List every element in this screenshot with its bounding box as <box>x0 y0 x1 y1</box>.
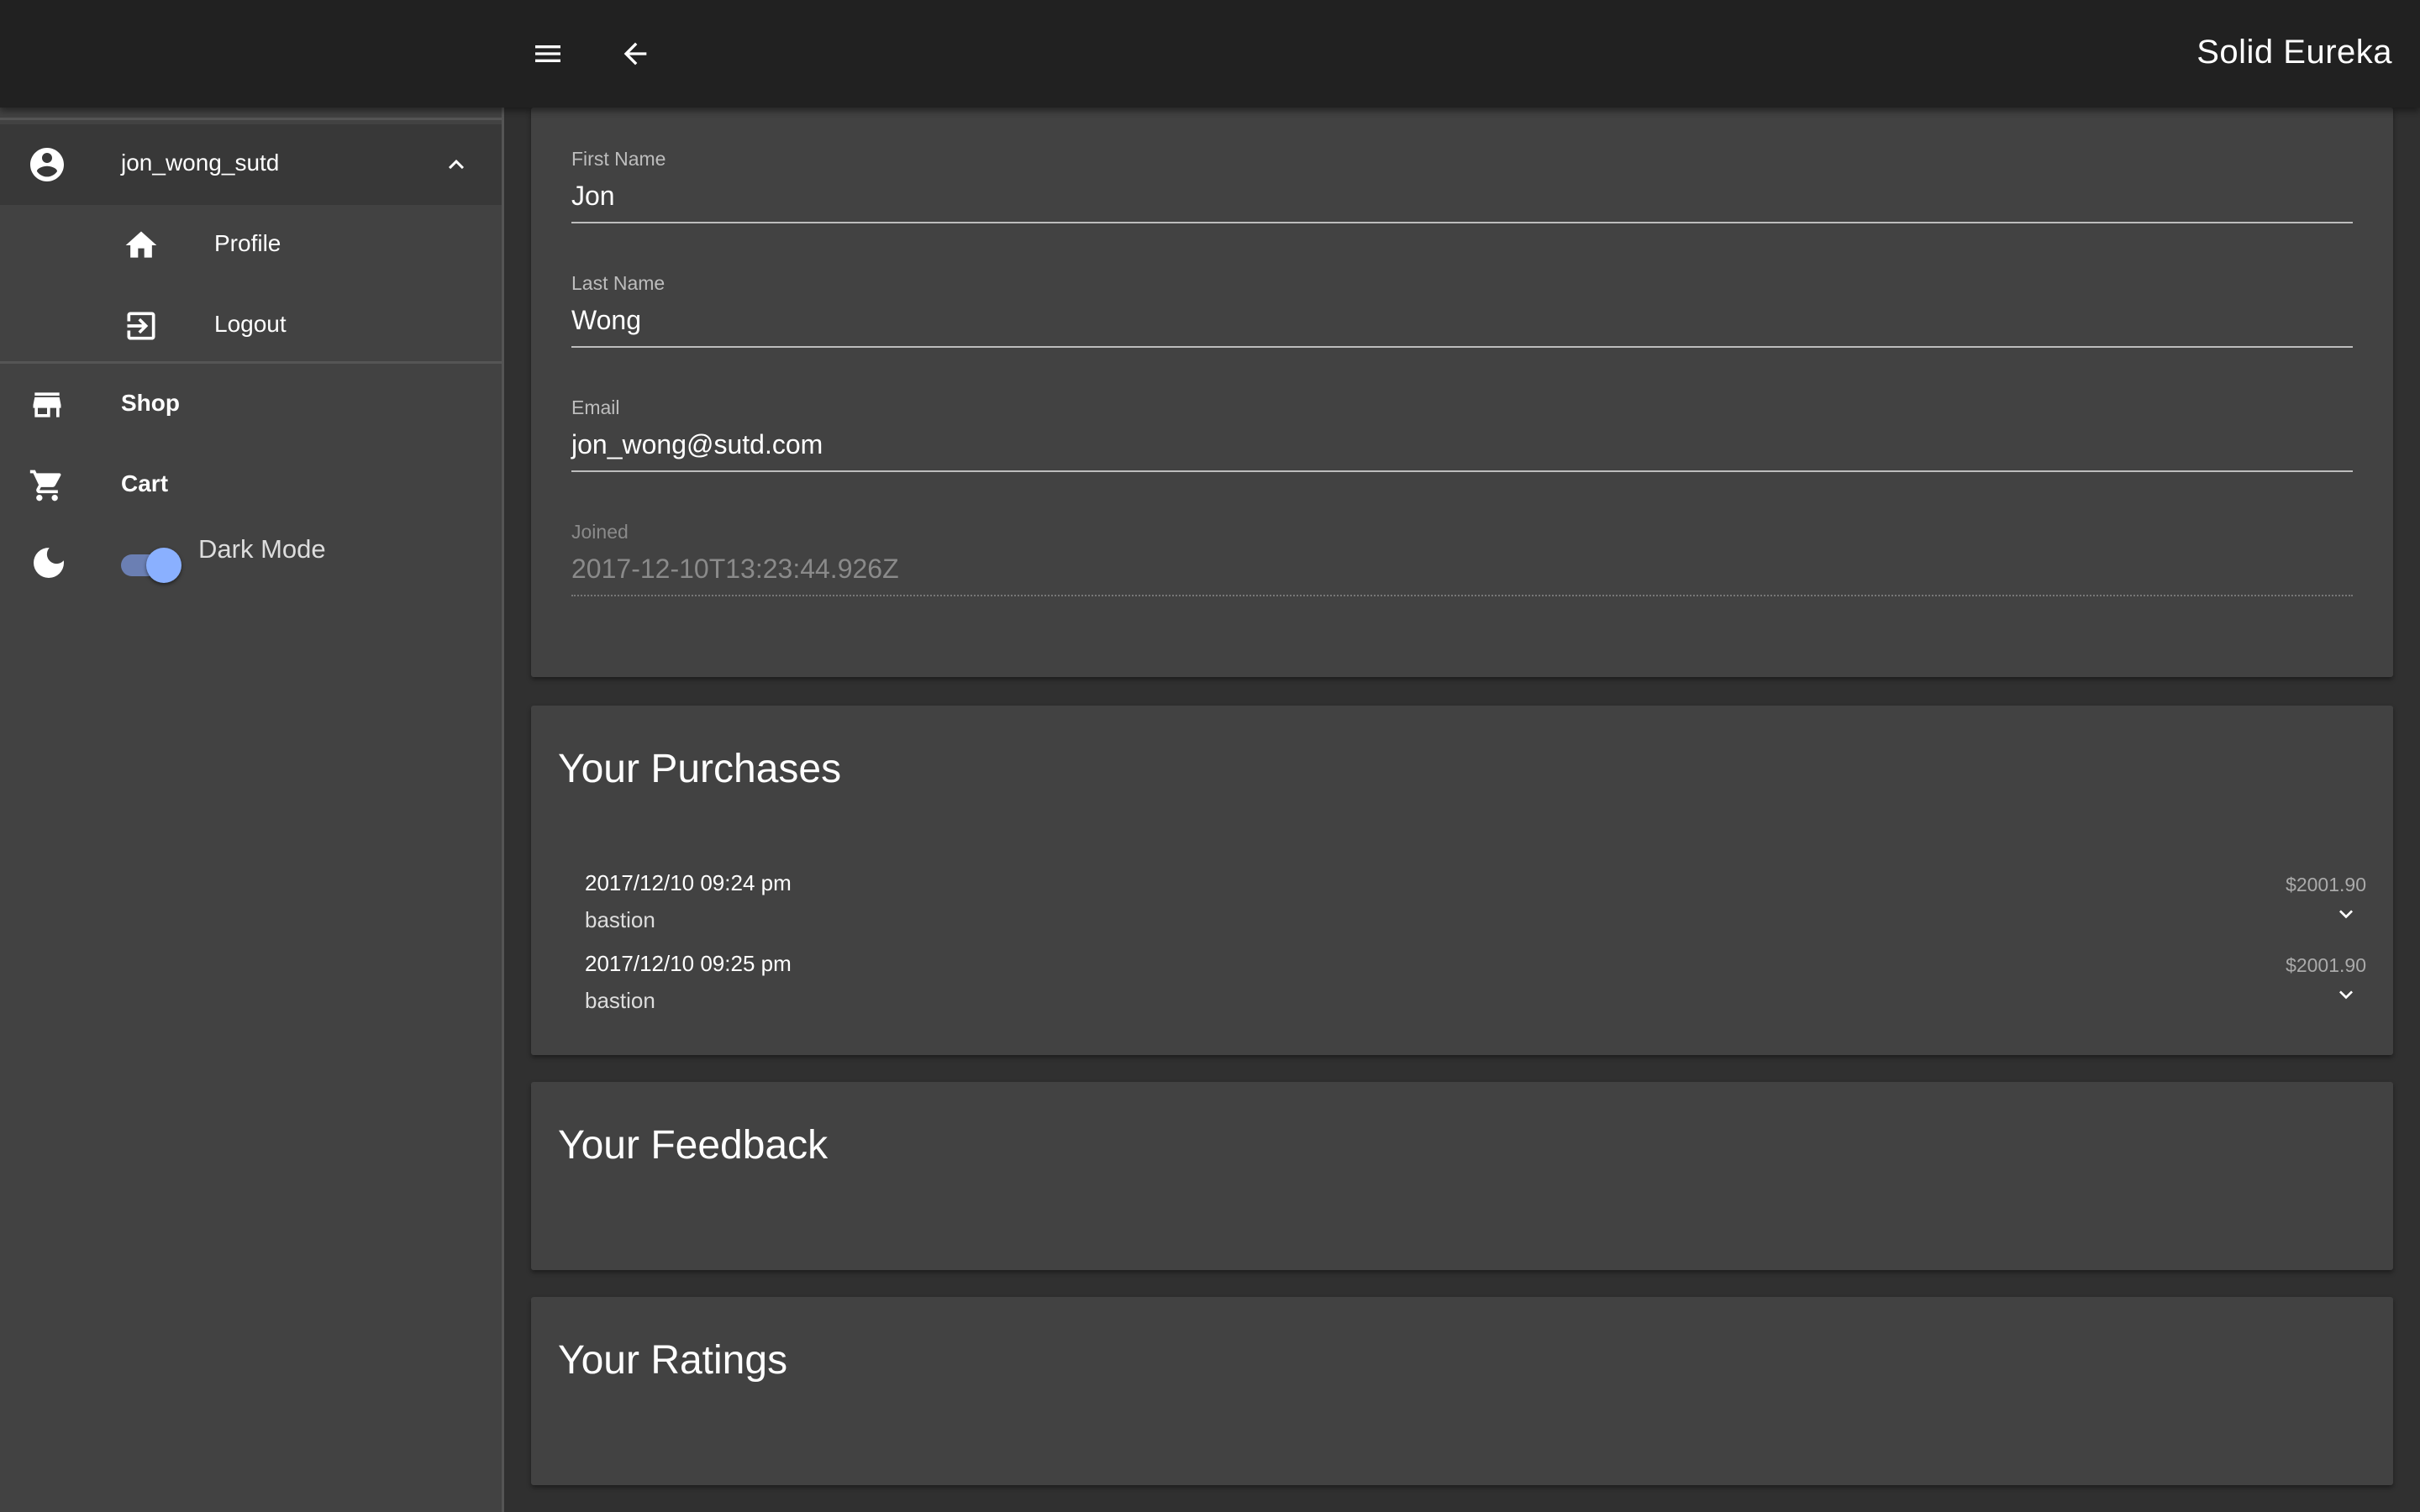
drawer-item-profile[interactable]: Profile <box>0 205 502 286</box>
dark-mode-toggle[interactable] <box>121 544 182 585</box>
app-bar: Solid Eureka <box>0 0 2420 108</box>
joined-field: Joined 2017-12-10T13:23:44.926Z <box>571 521 2353 596</box>
ratings-title: Your Ratings <box>558 1338 788 1383</box>
feedback-title: Your Feedback <box>558 1123 829 1168</box>
home-icon <box>118 222 165 269</box>
account-circle-icon <box>24 141 71 188</box>
chevron-up-icon[interactable] <box>433 141 480 188</box>
drawer-divider <box>0 361 502 364</box>
chevron-down-icon[interactable] <box>2331 899 2361 929</box>
menu-icon[interactable] <box>523 29 573 79</box>
feedback-card: Your Feedback <box>531 1082 2393 1270</box>
navigation-drawer: jon_wong_sutd Profile Logout Shop Cart D… <box>0 108 504 1512</box>
drawer-divider <box>0 118 502 120</box>
purchases-card: Your Purchases 2017/12/10 09:24 pm basti… <box>531 706 2393 1055</box>
purchase-date: 2017/12/10 09:25 pm <box>585 951 792 976</box>
drawer-item-logout[interactable]: Logout <box>0 286 502 366</box>
field-label: Email <box>571 396 620 418</box>
field-label: Last Name <box>571 272 666 294</box>
drawer-item-cart[interactable]: Cart <box>0 445 502 526</box>
dark-mode-label: Dark Mode <box>198 534 326 564</box>
user-name-label: jon_wong_sutd <box>121 150 280 176</box>
cart-icon <box>24 462 71 509</box>
user-account-row[interactable]: jon_wong_sutd <box>0 124 502 205</box>
purchase-item: bastion <box>585 907 655 932</box>
purchase-item: bastion <box>585 988 655 1013</box>
moon-icon <box>25 539 72 586</box>
email-field[interactable]: Email jon_wong@sutd.com <box>571 396 2353 472</box>
store-icon <box>24 381 71 428</box>
joined-value: 2017-12-10T13:23:44.926Z <box>571 554 2353 596</box>
first-name-field[interactable]: First Name Jon <box>571 148 2353 223</box>
email-input[interactable]: jon_wong@sutd.com <box>571 429 2353 472</box>
last-name-input[interactable]: Wong <box>571 305 2353 348</box>
list-item[interactable]: 2017/12/10 09:24 pm bastion $2001.90 <box>585 870 2366 951</box>
profile-card: First Name Jon Last Name Wong Email jon_… <box>531 108 2393 677</box>
logout-label: Logout <box>214 311 287 337</box>
purchase-price: $2001.90 <box>2286 874 2366 895</box>
drawer-item-shop[interactable]: Shop <box>0 365 502 445</box>
chevron-down-icon[interactable] <box>2331 979 2361 1010</box>
exit-to-app-icon <box>118 302 165 349</box>
field-label: First Name <box>571 148 666 170</box>
ratings-card: Your Ratings <box>531 1297 2393 1485</box>
purchase-date: 2017/12/10 09:24 pm <box>585 870 792 895</box>
last-name-field[interactable]: Last Name Wong <box>571 272 2353 348</box>
purchases-title: Your Purchases <box>558 747 842 791</box>
profile-label: Profile <box>214 230 281 256</box>
purchase-price: $2001.90 <box>2286 954 2366 976</box>
toggle-thumb <box>146 548 182 583</box>
shop-label: Shop <box>121 390 180 416</box>
arrow-back-icon[interactable] <box>610 29 660 79</box>
list-item[interactable]: 2017/12/10 09:25 pm bastion $2001.90 <box>585 951 2366 1032</box>
cart-label: Cart <box>121 470 169 496</box>
field-label: Joined <box>571 521 629 543</box>
first-name-input[interactable]: Jon <box>571 181 2353 223</box>
app-title: Solid Eureka <box>2196 34 2392 71</box>
